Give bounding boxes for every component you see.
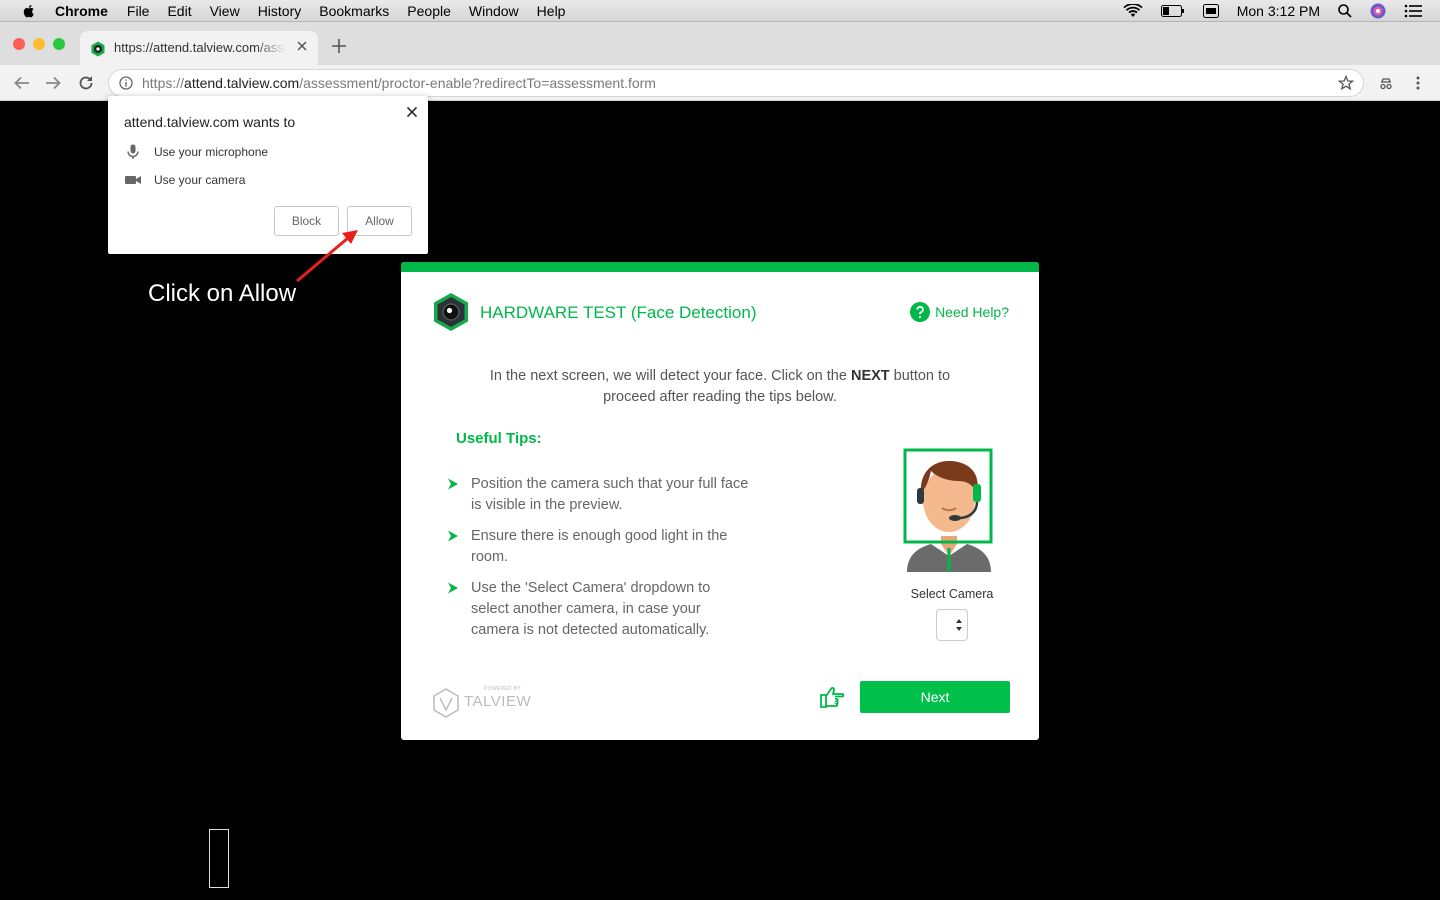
permission-close-icon[interactable] bbox=[406, 106, 418, 118]
select-camera-label: Select Camera bbox=[910, 587, 994, 601]
tab-close-icon[interactable] bbox=[296, 40, 308, 52]
next-button[interactable]: Next bbox=[860, 681, 1010, 713]
face-detection-illustration bbox=[903, 448, 993, 572]
help-question-icon bbox=[910, 302, 931, 322]
address-bar[interactable]: https://attend.talview.com/assessment/pr… bbox=[108, 69, 1364, 97]
new-tab-plus-icon[interactable] bbox=[332, 39, 346, 53]
keyboard-input-icon[interactable] bbox=[1202, 4, 1219, 18]
video-preview-placeholder bbox=[209, 829, 229, 888]
permission-item-microphone: Use your microphone bbox=[124, 143, 268, 161]
window-close-button[interactable] bbox=[13, 38, 25, 50]
notification-center-icon[interactable] bbox=[1404, 4, 1422, 18]
address-bar-url: https://attend.talview.com/assessment/pr… bbox=[142, 75, 656, 91]
menu-people[interactable]: People bbox=[407, 3, 451, 19]
spotlight-search-icon[interactable] bbox=[1338, 4, 1352, 18]
url-host: attend.talview.com bbox=[184, 75, 300, 91]
siri-icon[interactable] bbox=[1370, 3, 1386, 19]
bookmark-star-icon[interactable] bbox=[1338, 75, 1354, 91]
select-updown-arrows-icon bbox=[956, 619, 962, 631]
reload-icon[interactable] bbox=[77, 74, 95, 92]
microphone-icon bbox=[127, 144, 139, 159]
menu-view[interactable]: View bbox=[210, 3, 240, 19]
hardware-test-card: HARDWARE TEST (Face Detection) Need Help… bbox=[401, 262, 1039, 740]
powered-by-text: POWERED BY bbox=[484, 686, 521, 692]
thumbs-pointing-hand-icon bbox=[820, 687, 845, 708]
menu-window[interactable]: Window bbox=[469, 3, 519, 19]
brand-name: TALVIEW bbox=[464, 693, 532, 710]
need-help-label: Need Help? bbox=[935, 304, 1009, 320]
menubar-clock[interactable]: Mon 3:12 PM bbox=[1237, 3, 1320, 19]
intro-text: In the next screen, we will detect your … bbox=[463, 366, 977, 408]
need-help-link[interactable]: Need Help? bbox=[910, 302, 1009, 322]
tab-title: https://attend.talview.com/assessment/pr… bbox=[114, 40, 286, 55]
forward-arrow-icon[interactable] bbox=[44, 74, 62, 92]
select-camera-dropdown[interactable] bbox=[936, 609, 968, 641]
chevron-right-icon bbox=[448, 530, 458, 542]
battery-icon[interactable] bbox=[1160, 5, 1185, 17]
window-zoom-button[interactable] bbox=[53, 38, 65, 50]
menu-bookmarks[interactable]: Bookmarks bbox=[319, 3, 389, 19]
card-title: HARDWARE TEST (Face Detection) bbox=[480, 303, 757, 322]
useful-tips-heading: Useful Tips: bbox=[456, 430, 542, 447]
chevron-right-icon bbox=[448, 582, 458, 594]
browser-tab-active[interactable]: https://attend.talview.com/assessment/pr… bbox=[80, 31, 318, 65]
wifi-icon[interactable] bbox=[1123, 4, 1143, 18]
talview-hexagon-logo-icon bbox=[434, 293, 468, 331]
back-arrow-icon[interactable] bbox=[13, 74, 31, 92]
permission-camera-label: Use your camera bbox=[154, 173, 246, 187]
permission-microphone-label: Use your microphone bbox=[154, 145, 269, 159]
window-minimize-button[interactable] bbox=[33, 38, 45, 50]
camera-icon bbox=[125, 176, 141, 184]
annotation-arrow-icon bbox=[296, 230, 358, 283]
tip-text: Ensure there is enough good light in the… bbox=[471, 528, 728, 565]
menu-file[interactable]: File bbox=[127, 3, 150, 19]
permission-prompt-title: attend.talview.com wants to bbox=[124, 114, 296, 130]
menu-edit[interactable]: Edit bbox=[167, 3, 191, 19]
menu-app-name[interactable]: Chrome bbox=[55, 3, 108, 19]
menu-history[interactable]: History bbox=[258, 3, 302, 19]
tip-text: Position the camera such that your full … bbox=[471, 476, 749, 513]
chevron-right-icon bbox=[448, 478, 458, 490]
talview-v-logo-icon bbox=[433, 688, 459, 718]
menu-help[interactable]: Help bbox=[537, 3, 566, 19]
apple-logo-icon[interactable] bbox=[21, 3, 37, 19]
card-accent-bar bbox=[401, 262, 1039, 272]
url-scheme: https:// bbox=[142, 75, 185, 91]
tip-text: Use the 'Select Camera' dropdown to sele… bbox=[471, 580, 711, 638]
intro-text-part1: In the next screen, we will detect your … bbox=[489, 368, 851, 384]
macos-menubar: Chrome File Edit View History Bookmarks … bbox=[0, 0, 1440, 22]
site-info-icon[interactable] bbox=[119, 76, 133, 90]
talview-favicon-icon bbox=[91, 41, 105, 57]
powered-by-talview-logo: POWERED BY TALVIEW bbox=[432, 686, 532, 718]
url-path: /assessment/proctor-enable?redirectTo=as… bbox=[299, 75, 656, 91]
permission-item-camera: Use your camera bbox=[124, 171, 245, 189]
permission-prompt: attend.talview.com wants to Use your mic… bbox=[108, 96, 428, 254]
intro-text-bold: NEXT bbox=[850, 368, 890, 384]
annotation-text: Click on Allow bbox=[148, 280, 297, 307]
incognito-extension-icon[interactable] bbox=[1378, 75, 1394, 91]
browser-tab-strip: https://attend.talview.com/assessment/pr… bbox=[0, 22, 1440, 65]
browser-menu-kebab-icon[interactable] bbox=[1410, 75, 1426, 91]
menubar-status-area: Mon 3:12 PM bbox=[1123, 0, 1440, 22]
